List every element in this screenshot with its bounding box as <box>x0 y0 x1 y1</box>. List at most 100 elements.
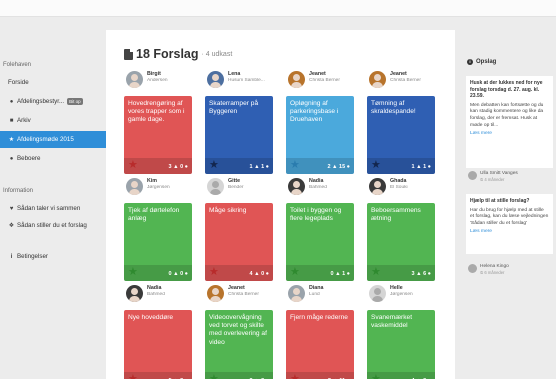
sidebar-item-taler[interactable]: ♥ Sådan taler vi sammen <box>0 200 106 217</box>
card-body[interactable]: Tømning af skraldespande! ★ 1 ▲ 1 ● <box>367 96 435 174</box>
star-icon[interactable]: ★ <box>209 160 219 171</box>
comment-icon[interactable]: ● <box>428 164 431 170</box>
sidebar-item-beboere[interactable]: ● Beboere <box>0 150 106 167</box>
star-icon[interactable]: ★ <box>128 267 138 278</box>
proposal-title: Beboersammens ætning <box>371 207 421 223</box>
proposal-title: Tjek af dørtelefon anlæg <box>128 207 180 223</box>
card-body[interactable]: Videoovervågning ved torvet og skilte me… <box>205 310 273 379</box>
sidebar-item-forslag-guide[interactable]: ❖ Sådan stiller du et forslag <box>0 219 106 241</box>
card-body[interactable]: Nye hoveddøre ★5 ▲ 3 ● <box>124 310 192 379</box>
author-surname: El Souki <box>390 185 408 190</box>
author-surname: Christa Berner <box>390 78 421 83</box>
proposal-card[interactable]: Kim Jørgensen Tjek af dørtelefon anlæg ★ 0 ▲… <box>124 175 192 281</box>
star-icon[interactable]: ★ <box>371 267 381 278</box>
read-more-link[interactable]: Læs mere <box>470 229 549 234</box>
card-counts: 4 ▲ 0 ● <box>250 271 270 277</box>
notice-card[interactable]: Hjælp til at stille forslag? Har du brug… <box>466 194 553 254</box>
comment-count: 15 <box>339 164 346 170</box>
read-more-link[interactable]: Læs mere <box>470 131 549 136</box>
notices-heading-text: Opslag <box>476 59 497 65</box>
proposal-card[interactable]: HelleJørgensen Svanemærket vaskemiddel ★4 … <box>367 282 435 379</box>
comment-icon[interactable]: ● <box>347 164 350 170</box>
card-footer: ★ 1 ▲ 1 ● <box>205 158 273 174</box>
proposal-title: Videoovervågning ved torvet og skilte me… <box>209 314 267 346</box>
card-body[interactable]: Måge sikring ★ 4 ▲ 0 ● <box>205 203 273 281</box>
sidebar-item-betingelser[interactable]: i Betingelser <box>0 248 106 265</box>
thumbs-up-icon[interactable]: ▲ <box>173 271 178 277</box>
card-body[interactable]: Svanemærket vaskemiddel ★4 ▲ 2 ● <box>367 310 435 379</box>
star-icon[interactable]: ★ <box>128 160 138 171</box>
star-icon[interactable]: ★ <box>209 374 219 379</box>
card-author: Jeanet Christa Berner <box>205 282 273 310</box>
info-icon: i <box>10 253 13 260</box>
comment-icon[interactable]: ● <box>347 271 350 277</box>
author-time: ⏲ 4 måneder <box>480 177 505 182</box>
sidebar-item-arkiv[interactable]: ■ Arkiv <box>0 112 106 129</box>
notice-title: Husk at der lukkes ned for nye forslag t… <box>470 80 543 100</box>
proposal-card[interactable]: Jeanet Christa Berner Tømning af skraldesp… <box>367 68 435 174</box>
archive-icon: ■ <box>9 117 14 124</box>
avatar <box>126 285 143 302</box>
comment-count: 1 <box>342 271 346 277</box>
proposal-card[interactable]: Birgit Andersen Hovedrengøring af vores tr… <box>124 68 192 174</box>
card-footer: ★5 ▲ 3 ● <box>124 372 192 379</box>
notice-card[interactable]: Husk at der lukkes ned for nye forslag t… <box>466 76 553 168</box>
proposal-card[interactable]: Gitte Bender Måge sikring ★ 4 ▲ 0 ● <box>205 175 273 281</box>
star-icon[interactable]: ★ <box>290 374 300 379</box>
author-name: Ghada <box>390 178 407 184</box>
proposal-card[interactable]: Jeanet Christa Berner Videoovervågning ved… <box>205 282 273 379</box>
thumbs-up-icon[interactable]: ▲ <box>254 164 259 170</box>
card-body[interactable]: Tjek af dørtelefon anlæg ★ 0 ▲ 0 ● <box>124 203 192 281</box>
avatar <box>126 178 143 195</box>
thumbs-up-icon[interactable]: ▲ <box>254 271 259 277</box>
card-body[interactable]: Hovedrengøring af vores trapper som i ga… <box>124 96 192 174</box>
card-body[interactable]: Fjern måge rederne ★7 ▲ 11 ● <box>286 310 354 379</box>
thumbs-up-icon[interactable]: ▲ <box>335 271 340 277</box>
avatar <box>288 178 305 195</box>
author-surname: Christa Berner <box>228 292 259 297</box>
author-surname: Bahmed <box>309 185 327 190</box>
card-body[interactable]: Skaterramper på Byggeren ★ 1 ▲ 1 ● <box>205 96 273 174</box>
card-counts: 3 ▲ 0 ● <box>169 164 189 170</box>
card-body[interactable]: Opløgning af parkeringsbase i Druehaven ★… <box>286 96 354 174</box>
proposal-card[interactable]: Jeanet Christa Berner Opløgning af parkeri… <box>286 68 354 174</box>
star-icon[interactable]: ★ <box>290 160 300 171</box>
comment-icon[interactable]: ● <box>266 271 269 277</box>
author-surname: Andersen <box>147 78 168 83</box>
document-icon <box>124 48 133 60</box>
thumbs-up-icon[interactable]: ▲ <box>173 164 178 170</box>
star-icon[interactable]: ★ <box>128 374 138 379</box>
comment-icon[interactable]: ● <box>185 164 188 170</box>
proposal-card[interactable]: Lena Husum Samble... Skaterramper på Bygge… <box>205 68 273 174</box>
notice-title: Hjælp til at stille forslag? <box>470 198 530 204</box>
comment-icon[interactable]: ● <box>185 271 188 277</box>
comment-icon[interactable]: ● <box>266 164 269 170</box>
proposal-title: Skaterramper på Byggeren <box>209 100 259 116</box>
card-body[interactable]: Toilet i byggen og flere legeplads ★ 0 ▲ 1… <box>286 203 354 281</box>
proposal-card[interactable]: Nadia Bahmed Toilet i byggen og flere lege… <box>286 175 354 281</box>
thumbs-up-icon[interactable]: ▲ <box>332 164 337 170</box>
top-bar <box>0 0 556 17</box>
star-icon[interactable]: ★ <box>371 160 381 171</box>
sidebar-item-afdelingsmode[interactable]: ★ Afdelingsmøde 2015 <box>0 131 106 148</box>
user-icon: ● <box>9 98 14 105</box>
thumbs-up-icon[interactable]: ▲ <box>416 164 421 170</box>
proposal-card[interactable]: NadiaBahmed Nye hoveddøre ★5 ▲ 3 ● <box>124 282 192 379</box>
star-icon[interactable]: ★ <box>371 374 381 379</box>
sidebar-item-forside[interactable]: Forside <box>0 74 106 91</box>
sidebar-item-afdelingsbestyrelse[interactable]: ● Afdelingsbestyr... Bit op <box>0 93 106 110</box>
card-footer: ★ 3 ▲ 6 ● <box>367 265 435 281</box>
proposal-card[interactable]: Ghada El Souki Beboersammens ætning ★ 3 ▲ 6 … <box>367 175 435 281</box>
star-icon[interactable]: ★ <box>290 267 300 278</box>
comment-icon[interactable]: ● <box>428 271 431 277</box>
thumbs-up-icon[interactable]: ▲ <box>416 271 421 277</box>
card-footer: ★ 0 ▲ 1 ● <box>286 265 354 281</box>
card-body[interactable]: Beboersammens ætning ★ 3 ▲ 6 ● <box>367 203 435 281</box>
star-icon[interactable]: ★ <box>209 267 219 278</box>
author-name: Nadia <box>147 285 162 291</box>
avatar <box>468 171 477 180</box>
proposal-card[interactable]: DianaLund Fjern måge rederne ★7 ▲ 11 ● <box>286 282 354 379</box>
main-panel: 18 Forslag · 4 udkast Birgit Andersen Hove… <box>106 30 455 379</box>
proposal-title: Fjern måge rederne <box>290 314 348 321</box>
heart-icon: ♥ <box>9 205 14 212</box>
